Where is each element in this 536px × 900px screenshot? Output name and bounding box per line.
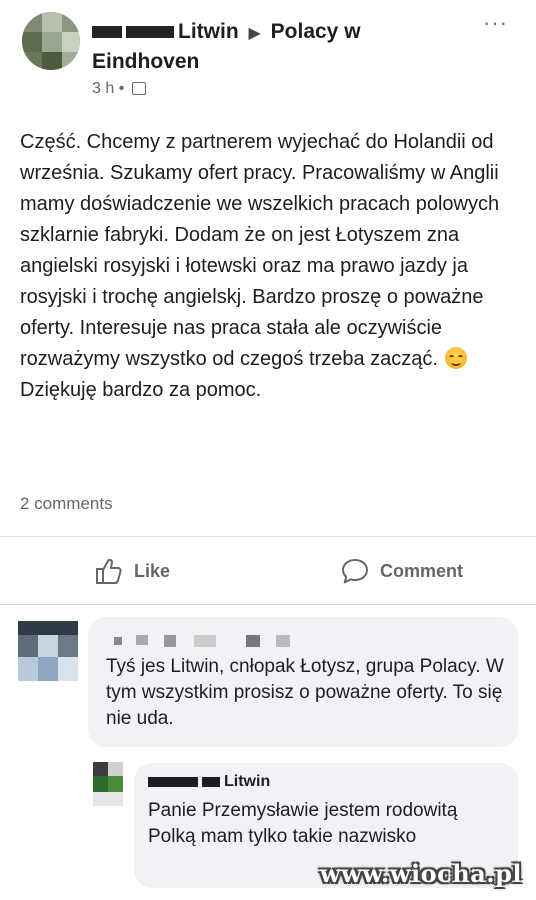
redacted-name-block xyxy=(136,635,148,645)
post-meta: 3 h • xyxy=(92,80,146,98)
reply-author[interactable]: Litwin xyxy=(148,773,270,791)
meta-separator: • xyxy=(118,80,125,97)
comment-text: Tyś jes Litwin, cnłopak Łotysz, grupa Po… xyxy=(106,656,504,729)
divider xyxy=(0,536,536,537)
post-header-title: Litwin ▶ Polacy w Eindhoven xyxy=(92,18,472,76)
author-avatar[interactable] xyxy=(22,12,80,70)
reply-text: Panie Przemysławie jestem rodowitą Polką… xyxy=(148,800,458,847)
reply-avatar[interactable] xyxy=(93,762,123,806)
post-body: Część. Chcemy z partnerem wyjechać do Ho… xyxy=(20,127,520,406)
redacted-name-block xyxy=(194,635,216,647)
like-button[interactable]: Like xyxy=(94,553,170,589)
redacted-name-block xyxy=(126,26,174,39)
arrow-right-icon: ▶ xyxy=(248,25,261,42)
post-text-thanks: Dziękuję bardzo za pomoc. xyxy=(20,379,262,401)
redacted-name-block xyxy=(246,635,260,647)
comment-button[interactable]: Comment xyxy=(340,553,463,589)
watermark: www.wiocha.pl xyxy=(319,859,522,888)
thumbs-up-icon xyxy=(96,558,122,584)
more-options-icon[interactable]: ··· xyxy=(483,10,508,36)
redacted-name-block xyxy=(276,635,290,647)
reply-author-name: Litwin xyxy=(224,773,271,790)
post-text-main: Część. Chcemy z partnerem wyjechać do Ho… xyxy=(20,131,500,370)
comments-count[interactable]: 2 comments xyxy=(20,494,113,514)
comment-label: Comment xyxy=(380,560,464,581)
divider xyxy=(0,604,536,605)
group-icon xyxy=(131,82,146,96)
commenter-avatar[interactable] xyxy=(18,621,78,681)
redacted-name-block xyxy=(114,637,122,645)
redacted-name-block xyxy=(202,776,220,787)
like-label: Like xyxy=(134,560,171,581)
comment-bubble: Tyś jes Litwin, cnłopak Łotysz, grupa Po… xyxy=(88,617,518,747)
redacted-name-block xyxy=(92,26,122,39)
speech-bubble-icon xyxy=(342,559,368,584)
redacted-name-block xyxy=(164,635,176,647)
author-name[interactable]: Litwin xyxy=(178,20,239,43)
smiling-face-emoji-icon xyxy=(445,347,468,369)
redacted-name-block xyxy=(148,776,198,787)
post-time[interactable]: 3 h xyxy=(92,80,114,97)
